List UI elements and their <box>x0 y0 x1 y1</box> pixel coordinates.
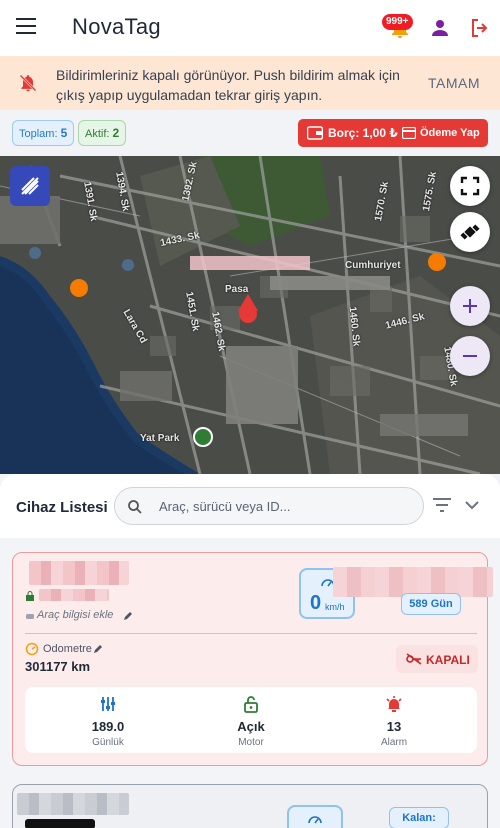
device-name-redacted <box>29 561 129 585</box>
map-label: Yat Park <box>140 433 180 444</box>
filter-icon[interactable] <box>432 497 452 513</box>
map-label: Pasa <box>225 284 249 295</box>
debt-amount: Borç: 1,00 ₺ <box>328 126 398 140</box>
zoom-out-button[interactable] <box>450 336 490 376</box>
active-devices-chip: Aktif: 2 <box>78 120 127 146</box>
map-label: Cumhuriyet <box>345 260 401 271</box>
stat-alarm-value: 13 <box>386 719 402 734</box>
notification-count-badge: 999+ <box>382 14 413 30</box>
stat-daily-value: 189.0 <box>91 719 125 734</box>
map-view[interactable]: 1433. Sk 1446. Sk 1451. Sk 1460. Sk 1570… <box>0 156 500 474</box>
stat-engine-value: Açık <box>237 719 265 734</box>
device-list-header: Cihaz Listesi Araç, sürücü veya ID... <box>0 474 500 538</box>
wallet-icon <box>307 126 323 140</box>
stat-alarm: 13 Alarm <box>319 687 469 753</box>
device-list-title: Cihaz Listesi <box>16 499 108 516</box>
speed-value: 0 <box>310 592 322 614</box>
odometer-icon <box>25 642 39 656</box>
device-id-redacted <box>39 589 109 601</box>
total-label: Toplam: <box>19 128 58 140</box>
chevron-down-icon[interactable] <box>464 499 480 511</box>
odometer-label: Odometre <box>43 643 92 655</box>
pay-debt-button[interactable]: Borç: 1,00 ₺ Ödeme Yap <box>298 119 488 147</box>
edit-odometer-icon[interactable] <box>93 644 103 654</box>
total-value: 5 <box>60 126 68 140</box>
edit-pencil-icon[interactable] <box>123 611 133 621</box>
push-notice-banner: Bildirimleriniz kapalı görünüyor. Push b… <box>0 56 500 110</box>
summary-bar: Toplam: 5 Aktif: 2 Borç: 1,00 ₺ Ödeme Ya… <box>0 110 500 156</box>
fullscreen-button[interactable] <box>450 166 490 206</box>
car-icon <box>26 614 34 619</box>
zoom-in-button[interactable] <box>450 286 490 326</box>
search-icon <box>128 500 142 514</box>
card-divider <box>25 633 477 634</box>
status-tag <box>25 819 95 828</box>
key-off-icon <box>406 653 422 665</box>
device-list-panel: Cihaz Listesi Araç, sürücü veya ID... Ar… <box>0 474 500 828</box>
notice-message: Bildirimleriniz kapalı görünüyor. Push b… <box>56 67 400 103</box>
search-placeholder: Araç, sürücü veya ID... <box>159 499 291 514</box>
speed-indicator <box>287 805 343 828</box>
app-header: NovaTag 999+ <box>0 0 500 56</box>
plus-icon <box>463 299 477 313</box>
device-search-input[interactable]: Araç, sürücü veya ID... <box>114 487 424 525</box>
lock-small-icon <box>26 591 34 601</box>
stat-engine-label: Motor <box>238 737 264 748</box>
stat-daily-label: Günlük <box>92 737 124 748</box>
pay-label: Ödeme Yap <box>420 127 480 139</box>
user-icon[interactable] <box>428 16 452 40</box>
lock-open-icon <box>244 696 258 713</box>
credit-card-icon <box>402 127 416 139</box>
map-style-button[interactable] <box>10 166 50 206</box>
satellite-icon <box>460 224 480 240</box>
device-name-redacted <box>17 793 129 815</box>
device-stats: 189.0 Günlük Açık Motor 13 Alarm <box>25 687 477 753</box>
logout-icon[interactable] <box>468 16 492 40</box>
menu-icon[interactable] <box>16 18 40 38</box>
device-card[interactable]: Araç bilgisi ekle 0 km/h 589 Gün Odometr… <box>12 552 493 766</box>
minus-icon <box>463 355 477 357</box>
stat-alarm-label: Alarm <box>380 737 408 748</box>
brand-title: NovaTag <box>72 14 161 39</box>
active-label: Aktif: <box>85 128 110 140</box>
remaining-days-badge: 589 Gün <box>401 593 461 615</box>
speed-unit: km/h <box>325 602 345 612</box>
odometer-value: 301177 km <box>25 659 91 674</box>
remaining-days-badge: Kalan: <box>389 807 449 828</box>
total-devices-chip: Toplam: 5 <box>12 120 75 146</box>
ignition-status-button[interactable]: KAPALI <box>396 645 478 673</box>
notice-ok-button[interactable]: TAMAM <box>428 75 480 91</box>
fullscreen-icon <box>460 176 480 196</box>
bell-off-icon <box>19 74 37 92</box>
tune-icon <box>101 697 115 711</box>
device-card[interactable]: Kalan: <box>12 784 488 828</box>
ignition-status-label: KAPALI <box>426 653 470 667</box>
satellite-toggle-button[interactable] <box>450 212 490 252</box>
alarm-icon <box>386 696 402 712</box>
stat-daily: 189.0 Günlük <box>33 687 183 753</box>
add-vehicle-info-link[interactable]: Araç bilgisi ekle <box>37 609 113 621</box>
active-value: 2 <box>112 126 120 140</box>
app-screen: NovaTag 999+ Bildirimleriniz kapalı görü… <box>0 0 500 828</box>
speedometer-icon <box>308 816 322 824</box>
stat-engine: Açık Motor <box>176 687 326 753</box>
layers-icon <box>21 177 39 195</box>
